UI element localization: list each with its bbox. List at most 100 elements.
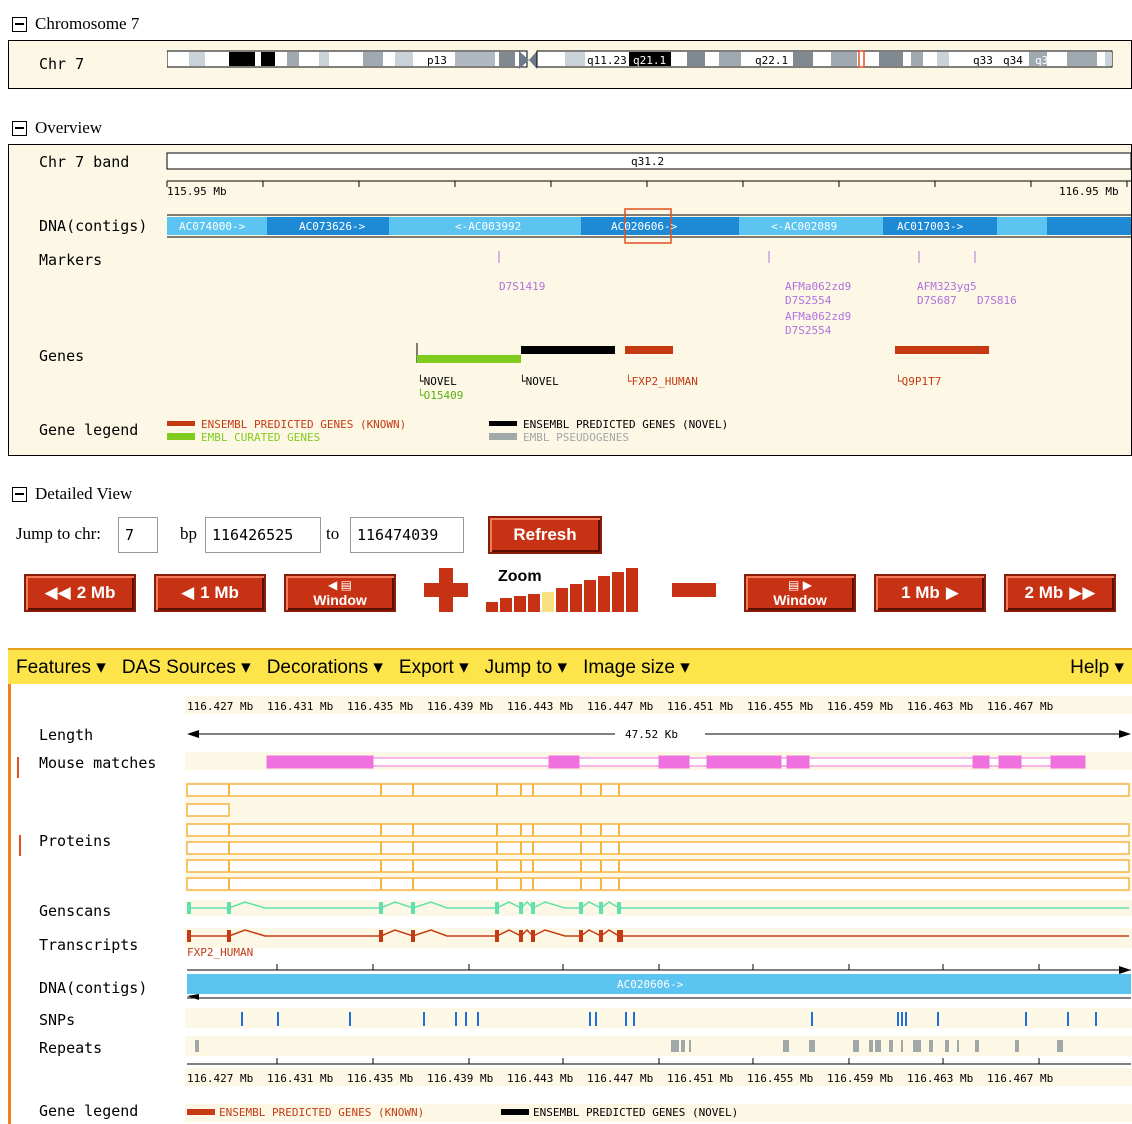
legend-text: EMBL CURATED GENES (201, 431, 320, 444)
scale-tick: 116.439 Mb (427, 700, 493, 713)
collapse-icon[interactable] (19, 835, 21, 856)
collapse-icon[interactable] (12, 120, 27, 136)
gene-label[interactable]: └FXP2_HUMAN (625, 374, 698, 388)
left-arrow-icon: ◀ (181, 583, 195, 602)
band-label: q22.1 (755, 54, 788, 67)
band-label: q21.1 (633, 54, 666, 67)
menu-jump-to[interactable]: Jump to ▾ (477, 656, 575, 679)
menu-das-sources[interactable]: DAS Sources ▾ (114, 656, 259, 679)
scale-tick: 116.427 Mb (187, 700, 253, 713)
collapse-icon[interactable] (12, 486, 27, 502)
chr-input[interactable]: 7 (118, 517, 158, 553)
forward-2mb-label: 2 Mb (1024, 583, 1064, 602)
gene-bar[interactable] (895, 346, 989, 354)
scale-tick: 116.439 Mb (427, 1072, 493, 1085)
scale-tick: 116.435 Mb (347, 700, 413, 713)
detail-track-canvas[interactable]: 116.427 Mb 116.431 Mb 116.435 Mb 116.439… (185, 684, 1132, 1124)
scale-tick: 116.463 Mb (907, 1072, 973, 1085)
scale-tick: 116.459 Mb (827, 1072, 893, 1085)
right-window-icon: ▤ ▶ (788, 578, 812, 592)
transcript-name[interactable]: FXP2_HUMAN (187, 946, 253, 959)
contig-label: AC020606-> (611, 220, 678, 233)
scale-tick: 116.443 Mb (507, 700, 573, 713)
jump-label: Jump to chr: (16, 524, 101, 543)
band-label: q11.23 (587, 54, 627, 67)
marker-label[interactable]: D7S2554 (785, 294, 832, 307)
back-window-label: Window (313, 592, 367, 608)
forward-1mb-button[interactable]: 1 Mb ▶ (874, 574, 986, 612)
double-right-arrow-icon: ▶▶ (1069, 583, 1096, 602)
band-label: p13 (427, 54, 447, 67)
zoom-in-icon[interactable] (424, 568, 468, 612)
scale-tick: 116.427 Mb (187, 1072, 253, 1085)
overview-band-name: q31.2 (631, 155, 664, 168)
menu-features[interactable]: Features ▾ (8, 656, 114, 679)
overview-section-header: Overview (12, 118, 102, 138)
chromosome-header-text: Chromosome 7 (35, 14, 140, 33)
marker-label[interactable]: D7S1419 (499, 280, 545, 293)
menu-help[interactable]: Help ▾ (1062, 656, 1132, 679)
menu-image-size[interactable]: Image size ▾ (575, 656, 698, 679)
overview-header-text: Overview (35, 118, 103, 137)
back-1mb-label: 1 Mb (200, 583, 239, 602)
back-2mb-button[interactable]: ◀◀ 2 Mb (24, 574, 136, 612)
contig-label: <-AC003992 (455, 220, 521, 233)
menu-decorations[interactable]: Decorations ▾ (259, 656, 391, 679)
overview-tracks[interactable]: q31.2 115.95 Mb 116.95 Mb AC074000-> AC0… (159, 145, 1131, 455)
marker-label[interactable]: D7S816 (977, 294, 1017, 307)
zoom-level-bar[interactable] (486, 566, 654, 614)
transcripts-label: Transcripts (39, 936, 139, 954)
scale-tick: 116.455 Mb (747, 700, 813, 713)
contig-label: AC074000-> (179, 220, 246, 233)
refresh-button[interactable]: Refresh (488, 516, 602, 554)
bp-from-input[interactable]: 116426525 (205, 517, 321, 553)
snps-label: SNPs (39, 1011, 76, 1029)
gene-label[interactable]: └Q9P1T7 (895, 374, 941, 388)
detail-tracks-panel: Length Mouse matches Proteins Genscans T… (8, 684, 1132, 1124)
gene-label[interactable]: └O15409 (417, 388, 463, 402)
marker-label[interactable]: D7S687 (917, 294, 957, 307)
bp-label: bp (180, 524, 197, 543)
marker-label[interactable]: AFMa062zd9 (785, 310, 851, 323)
right-arrow-icon: ▶ (945, 583, 959, 602)
gene-bar[interactable] (625, 346, 673, 354)
collapse-icon[interactable] (17, 757, 19, 778)
back-1mb-button[interactable]: ◀ 1 Mb (154, 574, 266, 612)
chromosome-ideogram[interactable]: p13 q11.23 q21.1 q22.1 q33 q34 q35 (167, 49, 1127, 71)
refresh-label: Refresh (513, 525, 577, 544)
scale-tick: 116.467 Mb (987, 1072, 1053, 1085)
forward-2mb-button[interactable]: 2 Mb ▶▶ (1004, 574, 1116, 612)
scale-tick: 116.451 Mb (667, 1072, 733, 1085)
scale-tick: 116.431 Mb (267, 700, 333, 713)
bp-to-input[interactable]: 116474039 (350, 517, 464, 553)
legend-text: EMBL PSEUDOGENES (523, 431, 629, 444)
marker-label[interactable]: D7S2554 (785, 324, 832, 337)
gene-label[interactable]: └NOVEL (417, 374, 457, 388)
menu-export[interactable]: Export ▾ (391, 656, 477, 679)
contig-label: AC073626-> (299, 220, 366, 233)
scale-start: 115.95 Mb (167, 185, 227, 198)
scale-tick: 116.443 Mb (507, 1072, 573, 1085)
to-label: to (326, 524, 340, 543)
repeats-label: Repeats (39, 1039, 103, 1057)
contig-label: AC017003-> (897, 220, 964, 233)
band-track-label: Chr 7 band (39, 153, 130, 171)
genscans-label: Genscans (39, 902, 112, 920)
contig-detail-name: AC020606-> (617, 978, 684, 991)
forward-window-button[interactable]: ▤ ▶ Window (744, 574, 856, 612)
overview-panel: Chr 7 band DNA(contigs) Markers Genes Ge… (8, 144, 1132, 456)
gene-label[interactable]: └NOVEL (519, 374, 559, 388)
back-window-button[interactable]: ◀ ▤ Window (284, 574, 396, 612)
markers-track-label: Markers (39, 251, 103, 269)
proteins-label: Proteins (39, 832, 112, 850)
zoom-out-icon[interactable] (672, 583, 716, 597)
band-label: q33 (973, 54, 993, 67)
scale-tick: 116.451 Mb (667, 700, 733, 713)
scale-tick: 116.447 Mb (587, 1072, 653, 1085)
gene-bar[interactable] (417, 355, 521, 363)
marker-label[interactable]: AFM323yg5 (917, 280, 977, 293)
gene-bar[interactable] (521, 346, 615, 354)
marker-label[interactable]: AFMa062zd9 (785, 280, 851, 293)
detailed-section-header: Detailed View (12, 484, 132, 504)
collapse-icon[interactable] (12, 16, 27, 32)
